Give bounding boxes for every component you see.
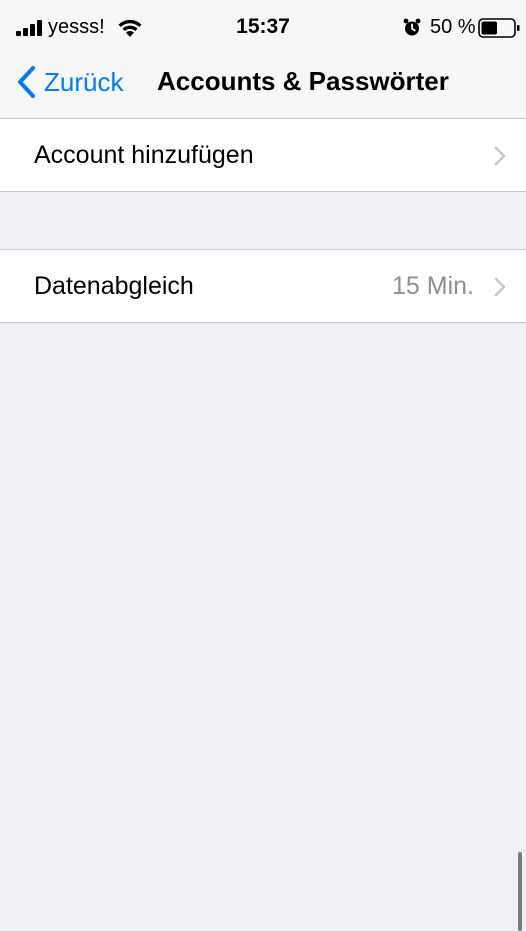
back-button[interactable]: Zurück — [16, 64, 123, 100]
scroll-indicator[interactable] — [518, 852, 522, 931]
page-title: Accounts & Passwörter — [157, 66, 449, 96]
add-account-row[interactable]: Account hinzufügen — [0, 119, 526, 192]
back-button-label: Zurück — [44, 67, 124, 97]
data-sync-value: 15 Min. — [392, 272, 474, 300]
data-sync-row[interactable]: Datenabgleich 15 Min. — [0, 249, 526, 323]
alarm-icon — [403, 18, 421, 36]
chevron-left-icon — [18, 66, 35, 98]
chevron-right-icon — [494, 146, 506, 166]
navigation-header: yesss! 15:37 50 % Zurück Accounts & Pass… — [0, 0, 526, 119]
add-account-label: Account hinzufügen — [34, 141, 254, 169]
chevron-right-icon — [494, 277, 506, 297]
battery-percent: 50 % — [430, 16, 476, 38]
battery-icon — [478, 18, 520, 38]
status-bar: yesss! 15:37 50 % — [0, 0, 526, 40]
data-sync-label: Datenabgleich — [34, 272, 194, 300]
